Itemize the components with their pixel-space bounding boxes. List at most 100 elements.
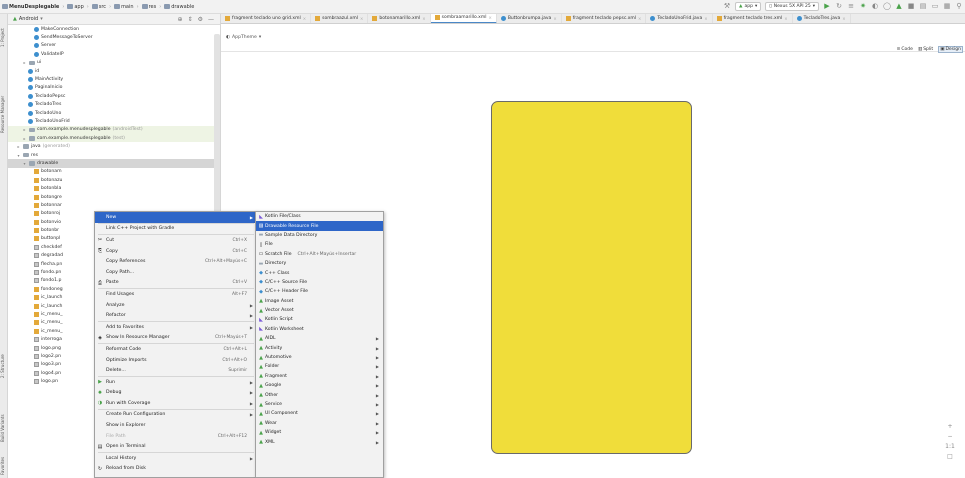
resource-manager-tool-tab[interactable]: Resource Manager xyxy=(0,84,8,144)
submenu-item-directory[interactable]: ▬ Directory xyxy=(256,259,383,268)
editor-tab[interactable]: sombraamarillo.xml × xyxy=(430,14,497,23)
attach-debugger-icon[interactable]: ◯ xyxy=(883,3,891,11)
editor-tab[interactable]: TecladoUnoFrid.java × xyxy=(646,14,713,23)
menu-item-reformat-code[interactable]: Reformat Code Ctrl+Alt+L xyxy=(95,344,257,355)
tree-item[interactable]: TecladoTres xyxy=(8,101,220,109)
breadcrumb-item[interactable]: MenuDesplegable › xyxy=(2,4,64,10)
submenu-item-c-c-source-file[interactable]: ◆ C/C++ Source File xyxy=(256,278,383,287)
editor-tab[interactable]: Buttonbrumpa.java × xyxy=(497,14,562,23)
submenu-item-kotlin-script[interactable]: ◣ Kotlin Script xyxy=(256,315,383,324)
chevron-right-icon[interactable]: ▸ xyxy=(22,60,27,65)
chevron-right-icon[interactable]: ▸ xyxy=(22,136,27,141)
mode-design-button[interactable]: ▣ Design xyxy=(938,46,963,53)
breadcrumb-item[interactable]: main › xyxy=(114,4,139,10)
tree-item[interactable]: botonbla xyxy=(8,184,220,192)
sync-icon[interactable]: ▲ xyxy=(895,3,903,11)
avd-manager-icon[interactable]: ▭ xyxy=(931,3,939,11)
menu-item-reload-from-disk[interactable]: ↻ Reload from Disk xyxy=(95,464,257,475)
tree-item[interactable]: ValidateIP xyxy=(8,50,220,58)
build-variants-tool-tab[interactable]: Build Variants xyxy=(0,406,8,450)
close-icon[interactable]: × xyxy=(553,16,556,21)
apply-code-icon[interactable]: ≡ xyxy=(847,3,855,11)
menu-item-cut[interactable]: ✂ Cut Ctrl+X xyxy=(95,235,257,246)
submenu-item-xml[interactable]: ▲ XML ▶ xyxy=(256,437,383,446)
menu-item-copy[interactable]: ⎘ Copy Ctrl+C xyxy=(95,246,257,257)
editor-tab[interactable]: fragment teclado pepsc.xml × xyxy=(562,14,647,23)
breadcrumb-item[interactable]: app › xyxy=(67,4,89,10)
editor-tab[interactable]: botonamarillo.xml × xyxy=(368,14,431,23)
tree-item[interactable]: TecladoUno xyxy=(8,109,220,117)
tree-item[interactable]: botonnar xyxy=(8,201,220,209)
menu-item-open-in-terminal[interactable]: ▤ Open in Terminal xyxy=(95,441,257,452)
breadcrumb-item[interactable]: src › xyxy=(91,4,111,10)
actual-size-icon[interactable]: 1:1 xyxy=(945,444,955,450)
editor-tab[interactable]: sombraazul.xml × xyxy=(311,14,369,23)
menu-item-delete[interactable]: Delete... Suprimir xyxy=(95,365,257,376)
menu-item-local-history[interactable]: Local History ▶ xyxy=(95,453,257,464)
zoom-out-icon[interactable]: − xyxy=(947,434,952,440)
view-mode-select[interactable]: Android xyxy=(19,16,38,22)
menu-item-run[interactable]: ▶ Run ▶ xyxy=(95,377,257,388)
submenu-item-file[interactable]: ▯ File xyxy=(256,240,383,249)
menu-item-create-run-configuration[interactable]: Create Run Configuration ▶ xyxy=(95,410,257,421)
zoom-fit-icon[interactable]: □ xyxy=(947,454,953,460)
close-icon[interactable]: × xyxy=(638,16,641,21)
sdk-manager-icon[interactable]: ▤ xyxy=(919,3,927,11)
breadcrumb-item[interactable]: drawable xyxy=(164,4,194,10)
close-icon[interactable]: × xyxy=(303,16,306,21)
debug-icon[interactable]: ✷ xyxy=(859,3,867,11)
menu-item-show-in-resource-manager[interactable]: ◈ Show In Resource Manager Ctrl+Mayús+T xyxy=(95,333,257,344)
tree-item[interactable]: ▸ java (generated) xyxy=(8,142,220,150)
mode-code-button[interactable]: ≡ Code xyxy=(897,46,913,53)
theme-selector[interactable]: ◐ AppTheme ▾ xyxy=(226,35,261,40)
editor-tab[interactable]: fragment teclado tres.xml × xyxy=(713,14,793,23)
editor-tab[interactable]: fragment teclado uno grid.xml × xyxy=(221,14,312,23)
close-icon[interactable]: × xyxy=(784,16,787,21)
submenu-item-vector-asset[interactable]: ▲ Vector Asset xyxy=(256,306,383,315)
tree-item[interactable]: ▸ ui xyxy=(8,59,220,67)
run-icon[interactable]: ▶ xyxy=(823,3,831,11)
menu-item-new[interactable]: New ▶ xyxy=(95,212,257,223)
menu-item-link-c-project-with-gradle[interactable]: Link C++ Project with Gradle xyxy=(95,224,257,235)
structure-tool-tab[interactable]: 2: Structure xyxy=(0,346,8,386)
submenu-item-google[interactable]: ▲ Google ▶ xyxy=(256,381,383,390)
tree-item[interactable]: botonam xyxy=(8,168,220,176)
menu-item-debug[interactable]: ✹ Debug ▶ xyxy=(95,388,257,399)
tree-item[interactable]: PaginaInicio xyxy=(8,84,220,92)
menu-item-find-usages[interactable]: Find Usages Alt+F7 xyxy=(95,289,257,300)
profile-icon[interactable]: ◐ xyxy=(871,3,879,11)
chevron-right-icon[interactable]: ▸ xyxy=(16,144,21,149)
collapse-icon[interactable]: ⇕ xyxy=(188,16,193,23)
submenu-item-aidl[interactable]: ▲ AIDL ▶ xyxy=(256,334,383,343)
zoom-in-icon[interactable]: + xyxy=(947,424,952,430)
submenu-item-kotlin-worksheet[interactable]: ◣ Kotlin Worksheet xyxy=(256,325,383,334)
menu-item-optimize-imports[interactable]: Optimize Imports Ctrl+Alt+O xyxy=(95,355,257,366)
tree-item[interactable]: botongre xyxy=(8,193,220,201)
tree-item[interactable]: id xyxy=(8,67,220,75)
close-icon[interactable]: × xyxy=(704,16,707,21)
submenu-item-automotive[interactable]: ▲ Automotive ▶ xyxy=(256,353,383,362)
tree-item[interactable]: ▾ res xyxy=(8,151,220,159)
submenu-item-other[interactable]: ▲ Other ▶ xyxy=(256,390,383,399)
submenu-item-kotlin-file-class[interactable]: ◣ Kotlin File/Class xyxy=(256,212,383,221)
tree-item[interactable]: ▾ drawable xyxy=(8,159,220,168)
close-icon[interactable]: × xyxy=(360,16,363,21)
layout-inspector-icon[interactable]: ▦ xyxy=(943,3,951,11)
favorites-tool-tab[interactable]: Favorites xyxy=(0,454,8,478)
run-config-select[interactable]: ▲ app ▾ xyxy=(735,2,762,11)
search-icon[interactable]: ⚲ xyxy=(955,3,963,11)
project-tool-tab[interactable]: 1: Project xyxy=(0,18,8,58)
breadcrumb-item[interactable]: res › xyxy=(141,4,161,10)
submenu-item-scratch-file[interactable]: ▭ Scratch File Ctrl+Alt+Mayús+Insertar xyxy=(256,250,383,259)
close-icon[interactable]: × xyxy=(842,16,845,21)
submenu-item-service[interactable]: ▲ Service ▶ xyxy=(256,400,383,409)
submenu-item-wear[interactable]: ▲ Wear ▶ xyxy=(256,419,383,428)
submenu-item-c-c-header-file[interactable]: ◆ C/C++ Header File xyxy=(256,287,383,296)
tree-item[interactable]: Server xyxy=(8,42,220,50)
menu-item-paste[interactable]: ⎙ Paste Ctrl+V xyxy=(95,278,257,289)
editor-tab[interactable]: TecladoTres.java × xyxy=(793,14,851,23)
submenu-item-image-asset[interactable]: ▲ Image Asset xyxy=(256,297,383,306)
tree-item[interactable]: botonazu xyxy=(8,176,220,184)
submenu-item-c-class[interactable]: ◆ C++ Class xyxy=(256,268,383,277)
locate-icon[interactable]: ⊕ xyxy=(178,16,183,23)
